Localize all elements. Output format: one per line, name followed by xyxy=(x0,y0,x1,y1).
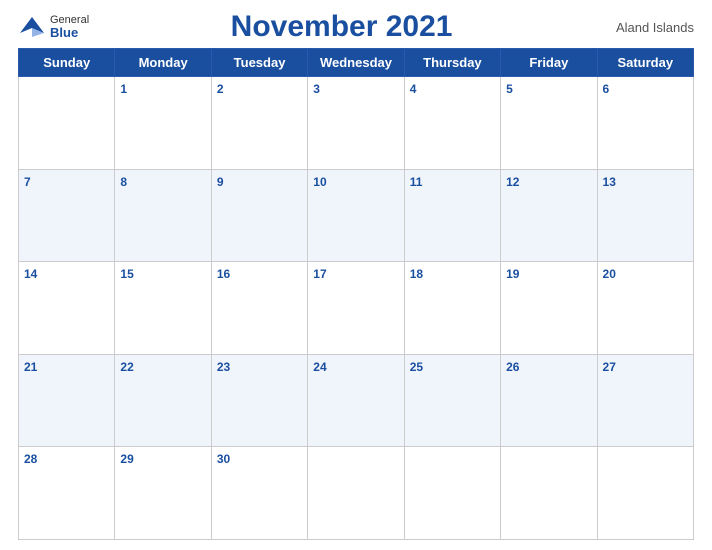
calendar-week-row: 1 2 3 4 5 6 xyxy=(19,77,694,170)
calendar-week-row: 14 15 16 17 18 19 20 xyxy=(19,262,694,355)
calendar-day-cell: 11 xyxy=(404,169,500,262)
calendar-day-cell: 23 xyxy=(211,354,307,447)
day-number: 3 xyxy=(313,82,320,96)
calendar-day-cell xyxy=(404,447,500,540)
day-number: 15 xyxy=(120,267,133,281)
calendar-day-cell: 7 xyxy=(19,169,115,262)
calendar-day-cell: 20 xyxy=(597,262,693,355)
calendar-day-cell: 16 xyxy=(211,262,307,355)
calendar-day-cell: 2 xyxy=(211,77,307,170)
calendar-week-row: 28 29 30 xyxy=(19,447,694,540)
calendar-day-cell: 29 xyxy=(115,447,211,540)
day-number: 26 xyxy=(506,360,519,374)
weekday-header-sunday: Sunday xyxy=(19,49,115,77)
calendar-day-cell: 26 xyxy=(501,354,597,447)
day-number: 24 xyxy=(313,360,326,374)
day-number: 10 xyxy=(313,175,326,189)
logo-bird-icon xyxy=(18,13,46,41)
weekday-header-saturday: Saturday xyxy=(597,49,693,77)
day-number: 12 xyxy=(506,175,519,189)
day-number: 6 xyxy=(603,82,610,96)
day-number: 14 xyxy=(24,267,37,281)
calendar-day-cell: 12 xyxy=(501,169,597,262)
calendar-day-cell: 15 xyxy=(115,262,211,355)
day-number: 19 xyxy=(506,267,519,281)
calendar-day-cell: 22 xyxy=(115,354,211,447)
weekday-header-row: SundayMondayTuesdayWednesdayThursdayFrid… xyxy=(19,49,694,77)
day-number: 13 xyxy=(603,175,616,189)
calendar-day-cell: 30 xyxy=(211,447,307,540)
calendar-day-cell xyxy=(19,77,115,170)
weekday-header-wednesday: Wednesday xyxy=(308,49,404,77)
day-number: 8 xyxy=(120,175,127,189)
day-number: 22 xyxy=(120,360,133,374)
weekday-header-tuesday: Tuesday xyxy=(211,49,307,77)
calendar-day-cell: 19 xyxy=(501,262,597,355)
calendar-day-cell: 27 xyxy=(597,354,693,447)
calendar-day-cell xyxy=(308,447,404,540)
day-number: 9 xyxy=(217,175,224,189)
day-number: 11 xyxy=(410,175,423,189)
top-bar: General Blue November 2021 Aland Islands xyxy=(18,10,694,44)
calendar-table: SundayMondayTuesdayWednesdayThursdayFrid… xyxy=(18,48,694,540)
calendar-day-cell: 3 xyxy=(308,77,404,170)
day-number: 20 xyxy=(603,267,616,281)
calendar-day-cell xyxy=(501,447,597,540)
day-number: 4 xyxy=(410,82,417,96)
calendar-day-cell: 21 xyxy=(19,354,115,447)
day-number: 5 xyxy=(506,82,513,96)
calendar-day-cell xyxy=(597,447,693,540)
day-number: 27 xyxy=(603,360,616,374)
day-number: 18 xyxy=(410,267,423,281)
calendar-day-cell: 28 xyxy=(19,447,115,540)
day-number: 16 xyxy=(217,267,230,281)
calendar-day-cell: 6 xyxy=(597,77,693,170)
calendar-day-cell: 1 xyxy=(115,77,211,170)
weekday-header-monday: Monday xyxy=(115,49,211,77)
day-number: 25 xyxy=(410,360,423,374)
calendar-week-row: 7 8 9 10 11 12 13 xyxy=(19,169,694,262)
logo: General Blue xyxy=(18,13,89,41)
calendar-day-cell: 24 xyxy=(308,354,404,447)
calendar-day-cell: 5 xyxy=(501,77,597,170)
day-number: 17 xyxy=(313,267,326,281)
day-number: 29 xyxy=(120,452,133,466)
day-number: 1 xyxy=(120,82,127,96)
day-number: 21 xyxy=(24,360,37,374)
calendar-day-cell: 14 xyxy=(19,262,115,355)
day-number: 7 xyxy=(24,175,31,189)
logo-blue-label: Blue xyxy=(50,26,89,40)
calendar-day-cell: 9 xyxy=(211,169,307,262)
calendar-day-cell: 10 xyxy=(308,169,404,262)
day-number: 30 xyxy=(217,452,230,466)
day-number: 28 xyxy=(24,452,37,466)
day-number: 2 xyxy=(217,82,224,96)
logo-text: General Blue xyxy=(50,14,89,40)
calendar-day-cell: 13 xyxy=(597,169,693,262)
calendar-day-cell: 25 xyxy=(404,354,500,447)
calendar-day-cell: 17 xyxy=(308,262,404,355)
calendar-day-cell: 8 xyxy=(115,169,211,262)
weekday-header-friday: Friday xyxy=(501,49,597,77)
calendar-week-row: 21 22 23 24 25 26 27 xyxy=(19,354,694,447)
calendar-day-cell: 4 xyxy=(404,77,500,170)
calendar-day-cell: 18 xyxy=(404,262,500,355)
weekday-header-thursday: Thursday xyxy=(404,49,500,77)
day-number: 23 xyxy=(217,360,230,374)
month-title: November 2021 xyxy=(89,10,594,44)
region-label: Aland Islands xyxy=(594,20,694,35)
